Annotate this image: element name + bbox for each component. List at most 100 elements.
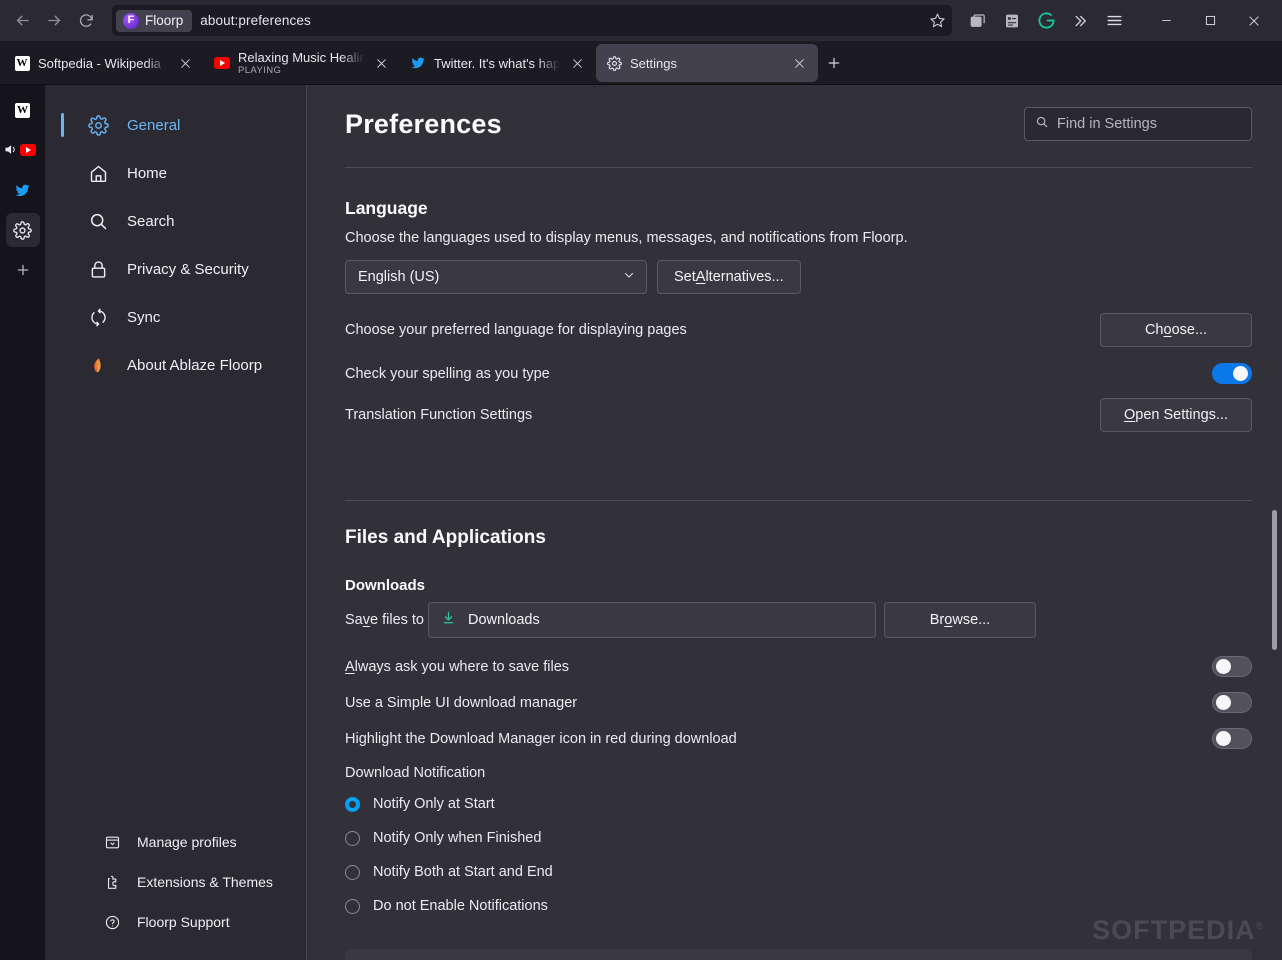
tab-softpedia-wikipedia[interactable]: W Softpedia - Wikipedia [4, 44, 204, 82]
highlight-download-icon-toggle[interactable] [1212, 728, 1252, 749]
sidebar-item-label: Sync [127, 308, 161, 326]
back-button[interactable] [6, 6, 38, 36]
translation-settings-row: Translation Function Settings Open Setti… [345, 398, 1252, 432]
help-circle-icon [103, 913, 121, 931]
choose-button[interactable]: Ch o ose... [1100, 313, 1252, 347]
spellcheck-toggle[interactable] [1212, 363, 1252, 384]
address-bar[interactable]: F Floorp about:preferences [112, 5, 952, 36]
tab-twitter[interactable]: Twitter. It's what's happening / T [400, 44, 596, 82]
sidebar-item-label: Manage profiles [137, 834, 237, 850]
speaker-icon[interactable] [3, 142, 18, 162]
new-tab-button[interactable] [818, 41, 850, 85]
open-translation-settings-button[interactable]: Open Settings... [1100, 398, 1252, 432]
sidebar-item-extensions-themes[interactable]: Extensions & Themes [45, 862, 306, 902]
search-icon [87, 210, 109, 232]
language-select-row: English (US) Set Alternatives... [345, 260, 1252, 294]
minimize-button[interactable] [1144, 2, 1188, 40]
scrollbar-thumb[interactable] [1272, 510, 1277, 650]
highlight-download-icon-label: Highlight the Download Manager icon in r… [345, 730, 737, 747]
search-input[interactable]: Find in Settings [1024, 107, 1252, 141]
content-scrollbar[interactable] [1270, 85, 1279, 960]
twitter-icon [15, 184, 30, 196]
simple-ui-download-manager-row: Use a Simple UI download manager [345, 692, 1252, 713]
forward-button[interactable] [38, 6, 70, 36]
section-title-files-applications: Files and Applications [345, 527, 546, 548]
vstrip-item-settings[interactable] [5, 213, 40, 247]
radio-notify-both-at-start-and-end[interactable]: Notify Both at Start and End [345, 855, 1252, 889]
workspaces-icon[interactable] [962, 6, 994, 36]
floorp-logo-icon: F [123, 12, 139, 29]
page-title: Preferences [345, 108, 502, 139]
extensions-icon [103, 873, 121, 891]
set-alternatives-button[interactable]: Set Alternatives... [657, 260, 801, 294]
grammarly-icon[interactable] [1030, 6, 1062, 36]
sidebar-item-sync[interactable]: Sync [45, 293, 306, 341]
sidebar-item-general[interactable]: General [45, 101, 306, 149]
tab-close-icon[interactable] [790, 54, 808, 72]
browser-window: F Floorp about:preferences W Softpedia -… [0, 0, 1282, 960]
sidebar-item-label: Search [127, 212, 175, 230]
applications-card: Applications Choose how Floorp handles t… [345, 949, 1252, 960]
browse-button[interactable]: Br o wse... [884, 602, 1036, 638]
gear-icon [87, 114, 109, 136]
radio-notify-only-when-finished[interactable]: Notify Only when Finished [345, 821, 1252, 855]
download-path-value: Downloads [468, 612, 540, 628]
lock-icon [87, 258, 109, 280]
sidebar-item-privacy-security[interactable]: Privacy & Security [45, 245, 306, 293]
search-icon [1035, 115, 1049, 134]
sidebar-item-home[interactable]: Home [45, 149, 306, 197]
simple-ui-download-manager-toggle[interactable] [1212, 692, 1252, 713]
vstrip-item-wikipedia[interactable]: W [6, 93, 40, 127]
header-divider [345, 167, 1252, 168]
chevron-down-icon [622, 268, 636, 286]
sidebar-secondary-group: Manage profiles Extensions & Themes Floo… [45, 822, 306, 960]
preferences-header: Preferences Find in Settings [345, 85, 1252, 141]
download-notification-radio-group: Notify Only at Start Notify Only when Fi… [345, 787, 1252, 923]
tab-title: Softpedia - Wikipedia [38, 55, 161, 71]
radio-label: Notify Both at Start and End [373, 864, 553, 880]
subsection-title-downloads: Downloads [345, 577, 426, 594]
browser-body: W General Home Search Privacy & Security… [0, 85, 1282, 960]
gear-icon [13, 220, 32, 240]
preferred-language-label: Choose your preferred language for displ… [345, 322, 687, 338]
download-path-input[interactable]: Downloads [428, 602, 876, 638]
sidebar-item-floorp-support[interactable]: Floorp Support [45, 902, 306, 942]
tab-close-icon[interactable] [176, 54, 194, 72]
identity-chip[interactable]: F Floorp [116, 9, 193, 32]
spellcheck-label: Check your spelling as you type [345, 365, 550, 382]
vstrip-item-twitter[interactable] [6, 173, 40, 207]
close-button[interactable] [1232, 2, 1276, 40]
sidebar-item-label: General [127, 116, 181, 134]
radio-label: Notify Only at Start [373, 796, 495, 812]
files-section-divider [345, 500, 1252, 501]
always-ask-toggle[interactable] [1212, 656, 1252, 677]
section-desc-language: Choose the languages used to display men… [345, 230, 908, 246]
radio-indicator [345, 898, 360, 914]
overflow-chevrons-icon[interactable] [1064, 6, 1096, 36]
radio-notify-only-at-start[interactable]: Notify Only at Start [345, 787, 1252, 821]
maximize-button[interactable] [1188, 2, 1232, 40]
sidebar-item-about-ablaze-floorp[interactable]: About Ablaze Floorp [45, 341, 306, 389]
toolbar-icon-group [962, 6, 1130, 36]
tab-playing-status: PLAYING [238, 64, 282, 76]
vstrip-item-youtube[interactable] [3, 133, 40, 167]
tab-close-icon[interactable] [568, 54, 586, 72]
language-select-value: English (US) [358, 269, 440, 285]
language-select[interactable]: English (US) [345, 260, 647, 294]
tab-relaxing-music[interactable]: Relaxing Music Healing Stress, A PLAYING [204, 44, 400, 82]
radio-indicator [345, 830, 360, 846]
sidebar-primary-group: General Home Search Privacy & Security S… [45, 85, 306, 389]
password-manager-icon[interactable] [996, 6, 1028, 36]
tab-title: Relaxing Music Healing Stress, A [238, 49, 364, 65]
star-icon[interactable] [929, 12, 946, 29]
sidebar-item-search[interactable]: Search [45, 197, 306, 245]
reload-button[interactable] [70, 6, 102, 36]
sidebar-item-manage-profiles[interactable]: Manage profiles [45, 822, 306, 862]
tab-close-icon[interactable] [372, 54, 390, 72]
softpedia-watermark: SOFTPEDIA® [1092, 915, 1264, 945]
vstrip-add-tab-button[interactable] [6, 253, 40, 287]
plus-icon [17, 264, 28, 276]
window-controls [1144, 2, 1276, 40]
tab-settings[interactable]: Settings [596, 44, 818, 82]
app-menu-icon[interactable] [1098, 6, 1130, 36]
